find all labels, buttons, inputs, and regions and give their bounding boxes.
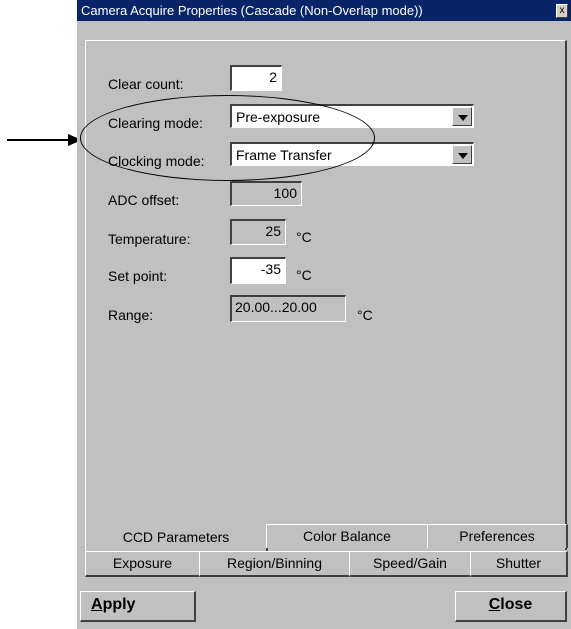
title-bar: Camera Acquire Properties (Cascade (Non-…: [77, 0, 571, 21]
close-label: lose: [500, 596, 533, 613]
close-window-icon[interactable]: x: [556, 4, 568, 18]
close-button[interactable]: Close: [455, 591, 567, 622]
tab-color-balance[interactable]: Color Balance: [266, 524, 429, 548]
set-point-label: Set point:: [108, 268, 168, 284]
tab-shutter[interactable]: Shutter: [470, 551, 568, 577]
adc-offset-label: ADC offset:: [108, 192, 180, 208]
adc-offset-field: 100: [230, 181, 302, 206]
range-label: Range:: [108, 307, 154, 323]
clear-count-label: Clear count:: [108, 76, 184, 92]
range-field: 20.00...20.00: [230, 295, 346, 322]
temperature-field: 25: [230, 219, 286, 245]
tab-preferences[interactable]: Preferences: [427, 524, 568, 548]
apply-accel: A: [91, 596, 103, 613]
annotation-ellipse: [80, 95, 375, 181]
apply-button[interactable]: Apply: [80, 591, 196, 622]
apply-label: pply: [102, 596, 136, 613]
properties-window: Camera Acquire Properties (Cascade (Non-…: [77, 0, 571, 629]
tab-speed-gain[interactable]: Speed/Gain: [349, 551, 472, 577]
tab-exposure[interactable]: Exposure: [85, 551, 201, 577]
window-title: Camera Acquire Properties (Cascade (Non-…: [81, 3, 423, 18]
tab-ccd-parameters[interactable]: CCD Parameters: [85, 526, 268, 551]
set-point-unit: °C: [296, 267, 312, 283]
range-unit: °C: [357, 307, 373, 323]
temperature-unit: °C: [296, 229, 312, 245]
chevron-down-icon[interactable]: [452, 107, 472, 126]
clear-count-input[interactable]: 2: [230, 65, 282, 91]
tab-region-binning[interactable]: Region/Binning: [199, 551, 351, 577]
temperature-label: Temperature:: [108, 231, 191, 247]
chevron-down-icon[interactable]: [452, 145, 472, 164]
set-point-input[interactable]: -35: [230, 257, 286, 284]
close-accel: C: [488, 596, 501, 613]
